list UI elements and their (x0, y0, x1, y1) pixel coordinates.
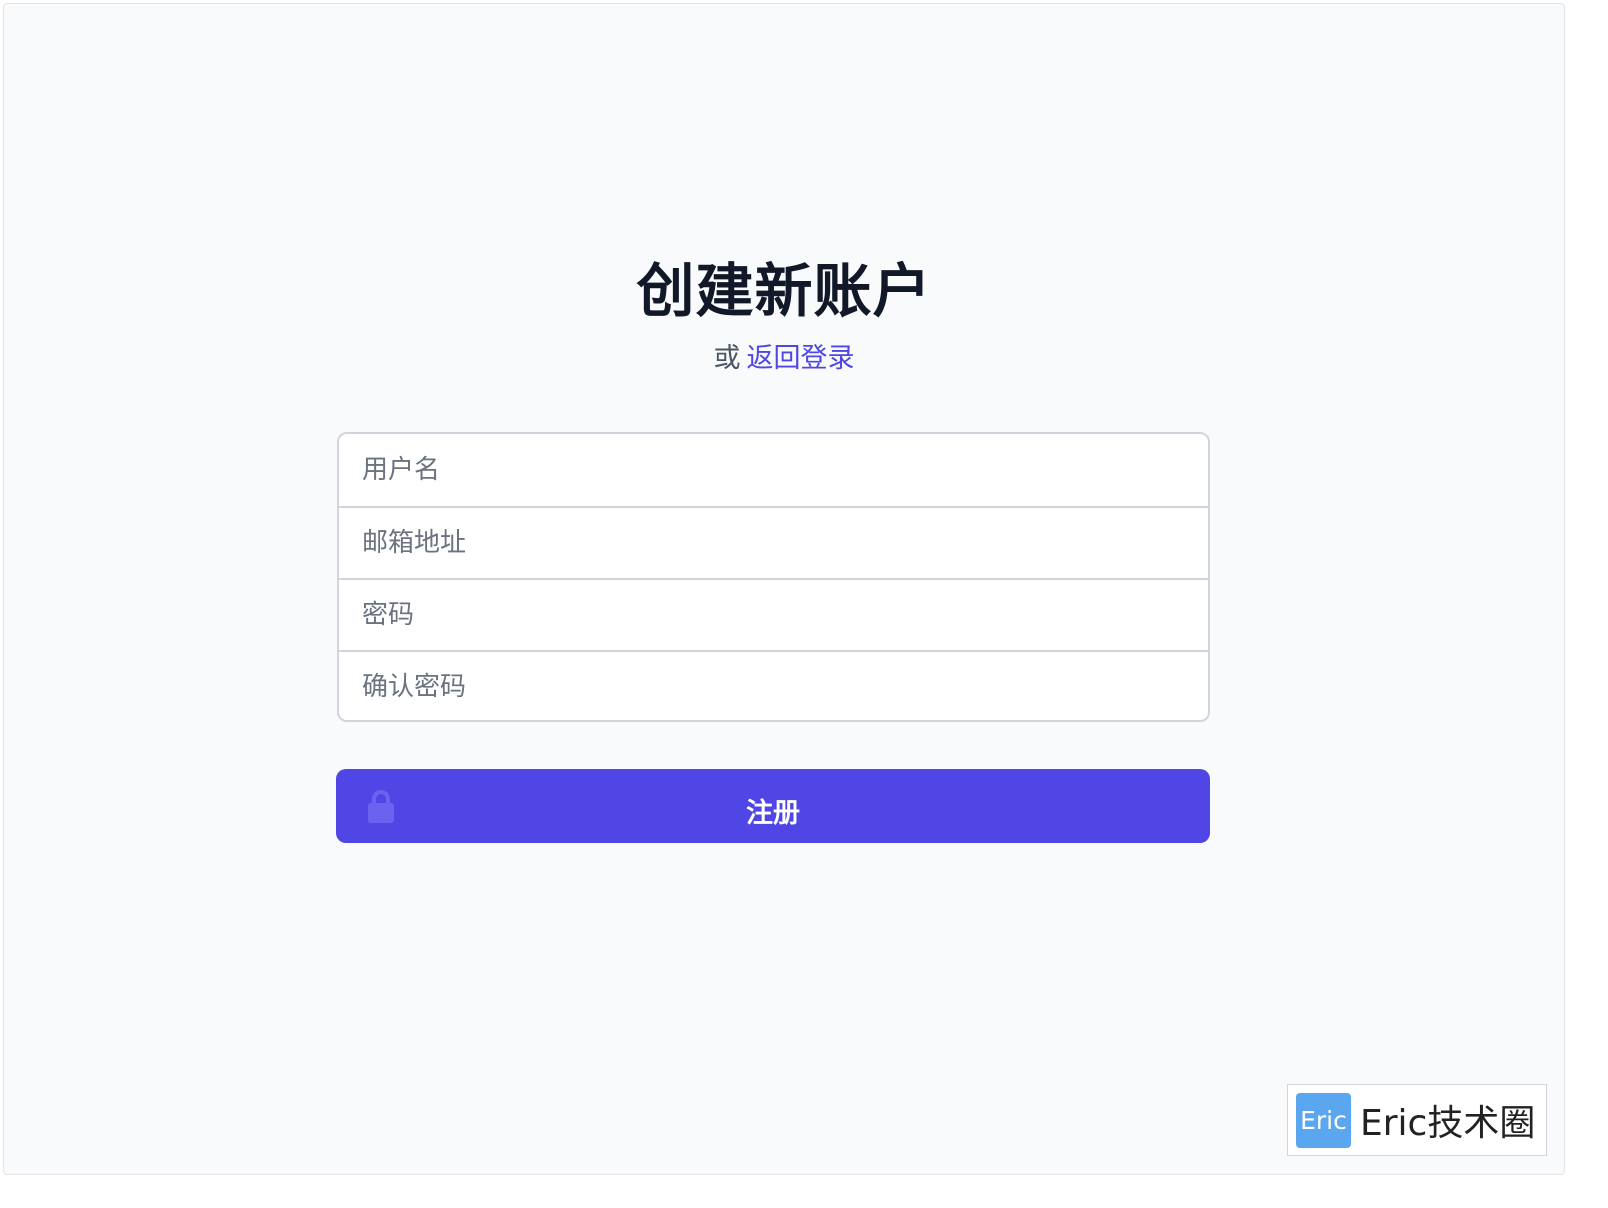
watermark-text: Eric技术圈 (1360, 1103, 1536, 1144)
page-title: 创建新账户 (636, 257, 932, 325)
watermark-logo: Eric (1296, 1092, 1351, 1148)
register-button-label: 注册 (746, 798, 800, 829)
subtitle: 或返回登录 (4, 336, 1564, 375)
password-input[interactable] (339, 578, 1208, 650)
register-button[interactable]: 注册 (336, 769, 1210, 843)
back-to-login-link[interactable]: 返回登录 (747, 343, 855, 374)
username-input[interactable] (339, 434, 1208, 506)
watermark: Eric Eric技术圈 (1287, 1084, 1547, 1156)
email-input[interactable] (339, 506, 1208, 578)
confirm-password-input[interactable] (339, 650, 1208, 720)
subtitle-prefix: 或 (713, 343, 741, 374)
register-form (337, 432, 1210, 722)
page-frame: 创建新账户 或返回登录 注册 Eric Eric技术圈 (3, 3, 1565, 1175)
